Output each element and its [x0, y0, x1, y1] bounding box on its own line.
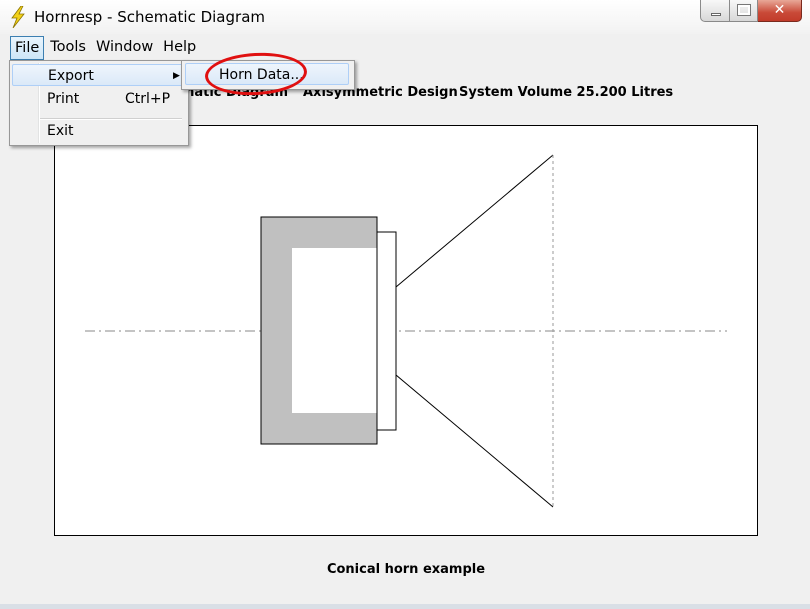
menu-window[interactable]: Window	[92, 36, 157, 60]
menu-item-export[interactable]: Export ▶	[12, 64, 184, 86]
horn-schematic	[85, 154, 727, 508]
maximize-icon	[737, 4, 751, 16]
menu-file[interactable]: File	[10, 36, 45, 60]
menu-tools[interactable]: Tools	[46, 36, 90, 60]
menu-item-exit-label: Exit	[47, 123, 74, 139]
minimize-icon	[711, 13, 721, 16]
menu-item-print-label: Print	[47, 91, 80, 107]
heading-system-volume: System Volume 25.200 Litres	[459, 85, 674, 100]
throat-chamber	[376, 231, 397, 431]
close-button[interactable]: ✕	[758, 0, 802, 22]
menu-item-export-label: Export	[48, 68, 94, 84]
menu-item-print[interactable]: Print Ctrl+P	[12, 88, 184, 110]
close-icon: ✕	[773, 2, 786, 18]
rear-chamber-cavity	[292, 248, 377, 413]
window-title: Hornresp - Schematic Diagram	[34, 8, 265, 26]
menu-help[interactable]: Help	[159, 36, 200, 60]
horn-wall-upper	[395, 154, 554, 288]
minimize-button[interactable]	[700, 0, 730, 22]
maximize-button[interactable]	[730, 0, 758, 22]
title-bar: Hornresp - Schematic Diagram ✕	[0, 0, 810, 34]
menu-item-exit[interactable]: Exit	[12, 120, 184, 142]
lightning-bolt-icon	[11, 6, 25, 28]
menu-bar: File Tools Window Help	[0, 36, 810, 60]
horn-wall-lower	[395, 374, 554, 508]
schematic-diagram	[54, 125, 758, 536]
file-menu-dropdown: Export ▶ Print Ctrl+P Exit	[9, 60, 189, 146]
menu-item-print-shortcut: Ctrl+P	[125, 91, 171, 107]
window-controls: ✕	[700, 0, 802, 22]
submenu-arrow-icon: ▶	[173, 71, 180, 81]
diagram-caption: Conical horn example	[326, 562, 486, 577]
window-bottom-edge	[0, 604, 810, 609]
